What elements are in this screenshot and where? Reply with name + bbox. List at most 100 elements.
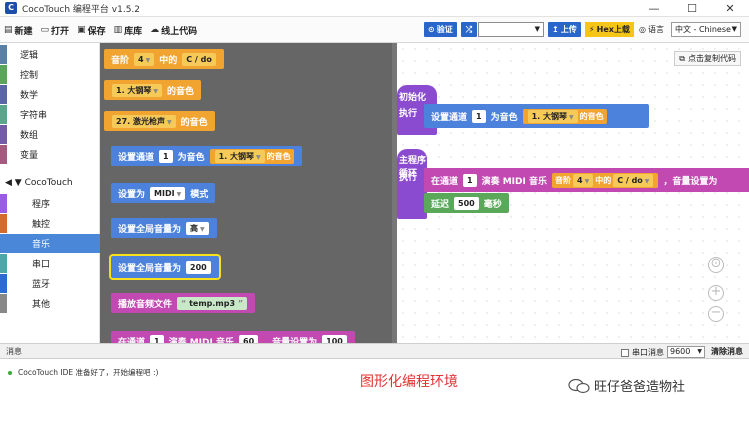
channel-input[interactable]: 1 <box>472 109 486 123</box>
channel-input[interactable]: 1 <box>150 334 164 343</box>
language-select[interactable]: 中文 - Chinese ▼ <box>671 22 741 37</box>
chevron-down-icon: ▼ <box>584 177 590 185</box>
port-select[interactable]: ▼ <box>478 22 544 37</box>
chevron-down-icon: ▼ <box>176 190 182 198</box>
globe-icon: ◎ <box>639 25 646 34</box>
checkbox[interactable] <box>621 348 629 357</box>
chevron-down-icon: ▼ <box>153 87 159 95</box>
shuffle-icon: ⤮ <box>465 25 473 34</box>
flyout-block-play-midi[interactable]: 在通道 1 演奏 MIDI 音乐 60 ，音量设置为 100 <box>111 331 355 343</box>
upload-icon: ↥ <box>552 25 559 34</box>
online-code-button[interactable]: ☁ 线上代码 <box>150 24 197 37</box>
flyout-block-set-volume-value[interactable]: 设置全局音量为 200 <box>111 256 219 278</box>
copy-code-button[interactable]: ⧉ 点击复制代码 <box>674 51 741 66</box>
delay-input[interactable]: 500 <box>454 196 479 210</box>
chevron-down-icon: ▼ <box>145 56 151 64</box>
chevron-down-icon: ▼ <box>644 177 650 185</box>
category-other[interactable]: 其他 <box>0 294 100 313</box>
language-label: ◎ 语言 <box>639 25 664 34</box>
library-icon: ▥ <box>113 25 123 35</box>
instrument-dropdown[interactable]: 1. 大钢琴 ▼ <box>112 83 163 97</box>
chevron-down-icon: ▼ <box>569 113 574 121</box>
category-bluetooth[interactable]: 蓝牙 <box>0 274 100 293</box>
chevron-down-icon: ▼ <box>166 118 172 126</box>
cloud-icon: ☁ <box>150 25 160 35</box>
note-input[interactable]: 60 <box>239 334 259 343</box>
loop-hat-block[interactable]: 主程序循环 执行 <box>397 149 427 219</box>
chevron-down-icon: ▼ <box>256 153 261 161</box>
serial-message-toggle[interactable]: 串口消息 <box>621 347 664 358</box>
window-title: CocoTouch 编程平台 v1.5.2 <box>22 4 141 15</box>
volume-dropdown[interactable]: 高 ▼ <box>186 221 209 235</box>
channel-input[interactable]: 1 <box>463 173 477 187</box>
category-variable[interactable]: 变量 <box>0 145 100 164</box>
floppy-icon: ▣ <box>77 25 86 35</box>
file-name-input[interactable]: “ temp.mp3 ” <box>177 296 248 310</box>
window-controls: — ☐ ✕ <box>635 0 749 17</box>
baud-rate-select[interactable]: 9600 ▼ <box>667 346 705 358</box>
category-logic[interactable]: 逻辑 <box>0 45 100 64</box>
setup-set-channel-block[interactable]: 设置通道 1 为音色 1. 大钢琴 ▼ 的音色 <box>424 104 649 128</box>
watermark: 旺仔爸爸造物社 <box>568 376 685 395</box>
clear-messages-button[interactable]: 清除消息 <box>711 346 743 357</box>
check-circle-icon: ⊙ <box>428 25 435 34</box>
caption: 图形化编程环境 <box>360 374 458 390</box>
chevron-down-icon: ▼ <box>534 25 540 33</box>
instrument-reporter[interactable]: 1. 大钢琴 ▼ 的音色 <box>522 108 607 124</box>
flyout-block-instrument-piano[interactable]: 1. 大钢琴 ▼ 的音色 <box>104 80 202 100</box>
message-bar: 消息 串口消息 9600 ▼ 清除消息 <box>0 343 749 359</box>
flyout-block-set-channel-instrument[interactable]: 设置通道 1 为音色 1. 大钢琴 ▼ 的音色 <box>111 146 302 166</box>
verify-button[interactable]: ⊙ 验证 <box>424 22 457 37</box>
volume-input[interactable]: 100 <box>322 334 347 343</box>
zoom-out-button[interactable]: − <box>708 306 724 322</box>
library-button[interactable]: ▥ 库库 <box>114 24 143 37</box>
mode-dropdown[interactable]: MIDI ▼ <box>150 186 186 200</box>
instrument-dropdown[interactable]: 27. 激光枪声 ▼ <box>112 114 176 128</box>
category-touch[interactable]: 触控 <box>0 214 100 233</box>
category-program[interactable]: 程序 <box>0 194 100 213</box>
category-music[interactable]: 音乐 <box>0 234 100 253</box>
category-array[interactable]: 数组 <box>0 125 100 144</box>
status-dot-icon <box>8 370 12 375</box>
channel-input[interactable]: 1 <box>159 149 173 163</box>
folder-icon: ▭ <box>40 25 50 35</box>
close-button[interactable]: ✕ <box>711 0 749 17</box>
maximize-button[interactable]: ☐ <box>673 0 711 17</box>
toolbar: ▤ 新建 ▭ 打开 ▣ 保存 ▥ 库库 ☁ 线上代码 ⊙ 验证 ⤮ ▼ ↥ 上传 ⚡ Hex上载… <box>0 17 749 43</box>
message-title: 消息 <box>6 346 22 356</box>
flash-icon: ⚡ <box>589 25 595 34</box>
block-flyout: 音阶 4 ▼ 中的 C / do 1. 大钢琴 ▼ 的音色 27. 激光枪声 ▼ 的音… <box>100 43 397 343</box>
log-line: CocoTouch IDE 准备好了，开始编程吧 :) <box>8 367 158 378</box>
zoom-in-button[interactable]: + <box>708 285 724 301</box>
category-group-cocotouch[interactable]: ◀ ▼ CocoTouch <box>0 175 100 191</box>
new-button[interactable]: ▤ 新建 <box>4 24 33 37</box>
shuffle-button[interactable]: ⤮ <box>461 22 477 37</box>
category-string[interactable]: 字符串 <box>0 105 100 124</box>
minimize-button[interactable]: — <box>635 0 673 17</box>
app-logo-icon: C <box>5 2 17 14</box>
zoom-reset-button[interactable]: ⊙ <box>708 257 724 273</box>
chevron-down-icon: ▼ <box>200 225 205 233</box>
hex-upload-button[interactable]: ⚡ Hex上载 <box>585 22 634 37</box>
flyout-block-instrument-laser[interactable]: 27. 激光枪声 ▼ 的音色 <box>104 111 215 131</box>
upload-button[interactable]: ↥ 上传 <box>548 22 581 37</box>
loop-delay-block[interactable]: 延迟 500 毫秒 <box>424 193 509 213</box>
category-serial[interactable]: 串口 <box>0 254 100 273</box>
note-dropdown[interactable]: C / do <box>182 52 216 66</box>
flyout-block-set-mode[interactable]: 设置为 MIDI ▼ 模式 <box>111 183 216 203</box>
category-control[interactable]: 控制 <box>0 65 100 84</box>
flyout-block-set-volume-level[interactable]: 设置全局音量为 高 ▼ <box>111 218 217 238</box>
message-log: CocoTouch IDE 准备好了，开始编程吧 :) 图形化编程环境 旺仔爸爸… <box>0 359 749 422</box>
flyout-block-play-file[interactable]: 播放音频文件 “ temp.mp3 ” <box>111 293 256 313</box>
chevron-down-icon: ▼ <box>697 348 702 355</box>
category-math[interactable]: 数学 <box>0 85 100 104</box>
instrument-reporter[interactable]: 1. 大钢琴 ▼ 的音色 <box>209 148 294 164</box>
scale-note-reporter[interactable]: 音阶 4 ▼ 中的 C / do ▼ <box>552 172 659 188</box>
save-button[interactable]: ▣ 保存 <box>77 24 106 37</box>
volume-input[interactable]: 200 <box>186 260 211 274</box>
flyout-block-scale-note[interactable]: 音阶 4 ▼ 中的 C / do <box>104 49 224 69</box>
scale-dropdown[interactable]: 4 ▼ <box>134 52 155 66</box>
open-button[interactable]: ▭ 打开 <box>41 24 70 37</box>
loop-play-midi-block[interactable]: 在通道 1 演奏 MIDI 音乐 音阶 4 ▼ 中的 C / do ▼ ，音量设置为 <box>424 168 749 192</box>
workspace-canvas[interactable]: ⧉ 点击复制代码 初始化 执行 设置通道 1 为音色 1. 大钢琴 ▼ 的音色 主程序… <box>397 43 749 343</box>
